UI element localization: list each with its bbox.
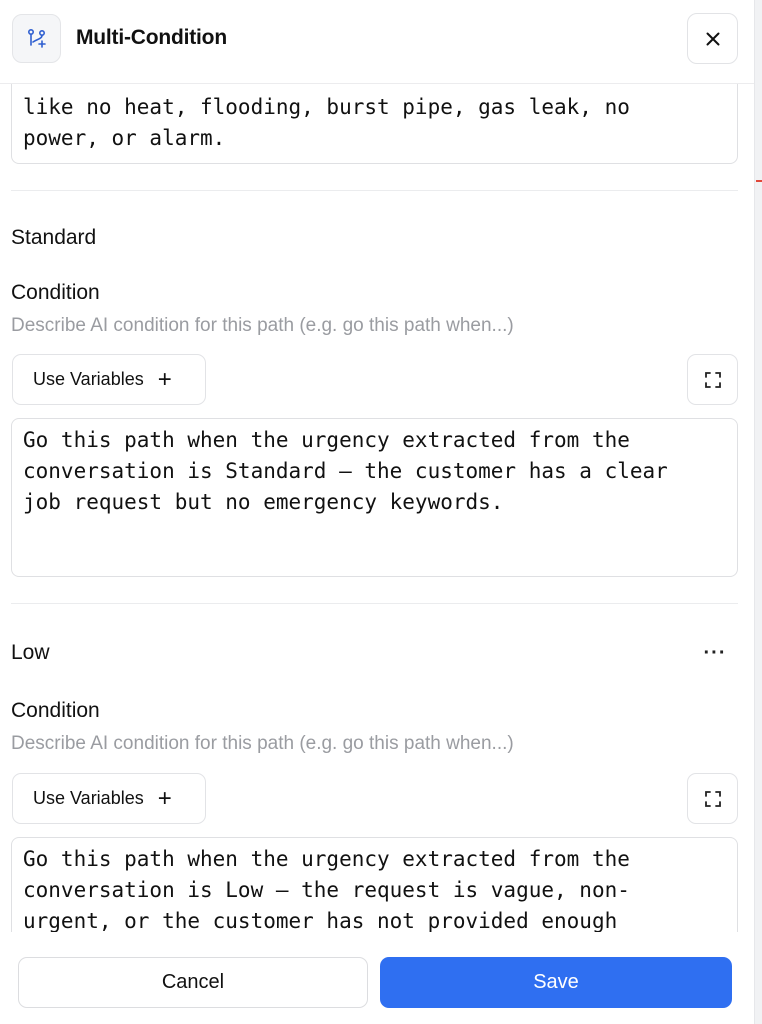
close-button[interactable] xyxy=(687,13,738,64)
expand-button[interactable] xyxy=(687,354,738,405)
condition-label: Condition xyxy=(11,281,100,304)
use-variables-button[interactable]: Use Variables + xyxy=(12,773,206,824)
previous-condition-textarea[interactable]: like no heat, flooding, burst pipe, gas … xyxy=(11,84,738,164)
close-icon xyxy=(706,32,719,45)
panel-title: Multi-Condition xyxy=(76,26,227,49)
use-variables-button[interactable]: Use Variables + xyxy=(12,354,206,405)
condition-hint: Describe AI condition for this path (e.g… xyxy=(11,733,514,754)
condition-hint: Describe AI condition for this path (e.g… xyxy=(11,315,514,336)
expand-button[interactable] xyxy=(687,773,738,824)
save-button[interactable]: Save xyxy=(380,957,732,1008)
expand-icon xyxy=(704,790,721,807)
plus-icon: + xyxy=(157,784,172,812)
section-divider xyxy=(11,603,738,604)
more-options-button[interactable]: ··· xyxy=(700,641,730,664)
path-name-standard: Standard xyxy=(11,226,97,249)
condition-textarea-low[interactable]: Go this path when the urgency extracted … xyxy=(11,837,738,932)
use-variables-label: Use Variables xyxy=(33,369,144,389)
use-variables-label: Use Variables xyxy=(33,788,144,808)
plus-icon: + xyxy=(157,365,172,393)
more-horizontal-icon: ··· xyxy=(703,641,727,664)
background-accent-mark xyxy=(756,180,762,182)
cancel-button[interactable]: Cancel xyxy=(18,957,368,1008)
conditions-scroll-area[interactable]: like no heat, flooding, burst pipe, gas … xyxy=(0,84,754,932)
path-name-low: Low xyxy=(11,641,50,664)
condition-label: Condition xyxy=(11,699,100,722)
section-divider xyxy=(11,190,738,191)
background-page-edge xyxy=(754,0,762,1024)
panel-footer: Cancel Save xyxy=(0,932,754,1024)
branch-plus-icon xyxy=(12,14,61,63)
expand-icon xyxy=(704,371,721,388)
condition-textarea-standard[interactable]: Go this path when the urgency extracted … xyxy=(11,418,738,577)
panel-header: Multi-Condition xyxy=(0,0,754,84)
